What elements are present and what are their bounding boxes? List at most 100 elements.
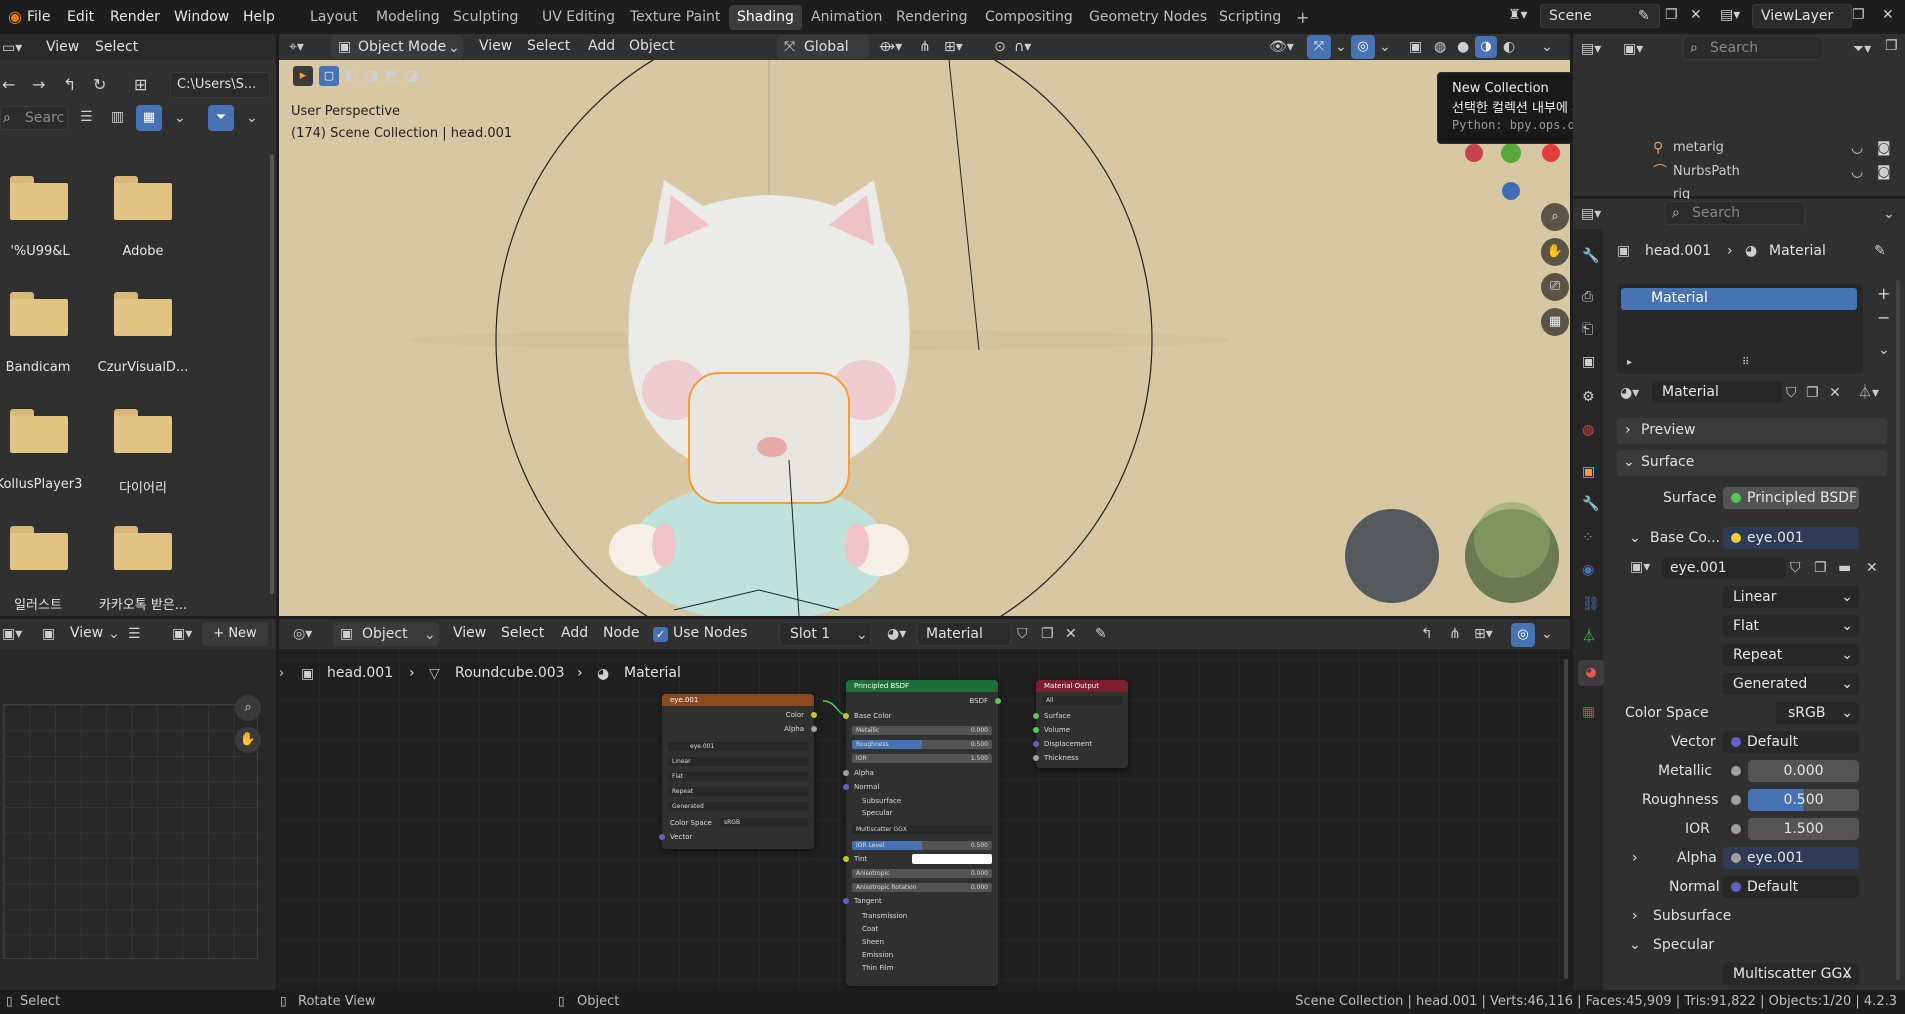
menu-edit[interactable]: Edit [67, 0, 94, 34]
node-image-field[interactable]: eye.001 [668, 742, 808, 751]
new-image-button[interactable]: + New [202, 622, 268, 646]
xray-icon[interactable]: ▣ [1409, 40, 1422, 54]
node-aniso-rot-slider[interactable]: Anisotropic Rotation 0.000 [852, 883, 992, 892]
editor-type-icon[interactable]: ▭▾ [2, 41, 22, 55]
folder-label[interactable]: Adobe [88, 244, 198, 259]
zoom-icon[interactable]: ⌕ [235, 695, 261, 721]
hand-icon[interactable]: ✋ [235, 727, 261, 753]
material-slot-selected[interactable]: Material [1621, 288, 1857, 310]
shading-menu-icon[interactable]: ⌄ [1541, 40, 1553, 54]
node-interp-select[interactable]: Linear [668, 757, 808, 766]
camera-render-icon[interactable]: ◙ [1877, 165, 1891, 179]
coat-label[interactable]: Coat [862, 925, 878, 933]
folder-label[interactable]: 일러스트 [0, 594, 93, 613]
node-ior-slider[interactable]: IOR 1.500 [852, 754, 992, 763]
display-settings-icon[interactable]: ⌄ [174, 111, 186, 125]
back-icon[interactable]: ← [2, 77, 15, 93]
principled-bsdf-node[interactable]: Principled BSDF BSDF Base Color Metallic… [843, 680, 1001, 986]
snap-icon[interactable]: ⋔ [919, 40, 931, 54]
constraints-tab-icon[interactable]: ⛓ [1582, 597, 1600, 611]
alpha-chevron[interactable]: › [1632, 850, 1638, 866]
folder-icon[interactable] [10, 176, 68, 220]
remove-slot-icon[interactable]: − [1877, 310, 1890, 326]
expand-icon[interactable]: ▸ [1627, 358, 1632, 368]
editor-type-icon[interactable]: ▤▾ [1581, 42, 1601, 56]
data-tab-icon[interactable]: ⏃ [1582, 630, 1596, 644]
fb-scrollbar[interactable] [270, 154, 274, 594]
input-tint-socket[interactable] [843, 856, 849, 862]
delete-scene-icon[interactable]: ✕ [1690, 8, 1702, 22]
options-chevron-icon[interactable]: ⌄ [1883, 207, 1895, 221]
fb-view-menu[interactable]: View [46, 39, 79, 55]
properties-search-input[interactable]: ⌕ Search [1665, 201, 1805, 225]
tool-tab-icon[interactable]: 🔧 [1582, 249, 1599, 263]
material-tab-icon[interactable]: ◕ [1578, 660, 1604, 686]
eye-icon[interactable]: ◡ [1851, 165, 1863, 179]
hand-icon[interactable]: ✋ [1541, 238, 1569, 266]
subsurface-label[interactable]: Subsurface [1653, 908, 1731, 924]
world-tab-icon[interactable]: ◍ [1582, 423, 1594, 437]
zoom-icon[interactable]: ⌕ [1541, 203, 1569, 231]
output-alpha-socket[interactable] [811, 726, 817, 732]
rendered-shading-icon[interactable]: ◐ [1503, 40, 1515, 54]
subsurface-chevron[interactable]: › [1632, 908, 1638, 924]
proportional-edit-icon[interactable]: ⊙ [994, 40, 1006, 54]
vector-field[interactable]: Default [1723, 731, 1859, 753]
folder-label[interactable]: '%U99&L [0, 244, 95, 259]
3d-viewport[interactable]: ▸ ▢ ◧ ◨ ◩ ◪ User Perspective (174) Scene… [279, 60, 1570, 616]
vp-view-menu[interactable]: View [479, 38, 512, 54]
blender-logo-icon[interactable]: ◉ [8, 9, 22, 25]
view-layer-selector[interactable]: ViewLayer [1752, 4, 1852, 28]
node-roughness-slider[interactable]: Roughness 0.500 [852, 740, 992, 749]
add-workspace-button[interactable]: + [1288, 5, 1317, 30]
camera-render-icon[interactable]: ◙ [1877, 141, 1891, 155]
node-target-select[interactable]: All [1042, 696, 1122, 705]
projection-select[interactable]: Flat ⌄ [1723, 615, 1859, 637]
folder-icon[interactable] [10, 409, 68, 453]
resize-handle-icon[interactable]: ⠿ [1742, 358, 1749, 368]
image-name-field[interactable]: eye.001 [1662, 557, 1786, 579]
new-folder-icon[interactable]: ⊞ [134, 77, 147, 93]
roughness-slider[interactable]: 0.500 [1748, 789, 1859, 811]
thin-film-label[interactable]: Thin Film [862, 964, 894, 972]
preview-panel-header[interactable]: › Preview [1617, 418, 1887, 444]
unlink-icon[interactable]: ✕ [1829, 386, 1841, 400]
menu-file[interactable]: File [27, 0, 50, 34]
filter-button[interactable]: ⏷ [208, 105, 234, 131]
node-ext-select[interactable]: Repeat [668, 787, 808, 796]
input-surface-socket[interactable] [1033, 713, 1039, 719]
outliner-search-input[interactable]: ⌕ Search [1683, 36, 1823, 60]
distribution-select[interactable]: Multiscatter GGX ⌄ [1723, 963, 1859, 985]
gizmo-menu-icon[interactable]: ⌄ [1335, 40, 1347, 54]
vp-select-menu[interactable]: Select [527, 38, 570, 54]
overlay-toggle[interactable]: ◎ [1351, 35, 1375, 59]
principled-bsdf-node-header[interactable]: Principled BSDF [846, 680, 998, 692]
image-browse-icon[interactable]: ▣▾ [1630, 560, 1650, 574]
folder-label[interactable]: 카카오톡 받은... [88, 594, 198, 613]
camera-icon[interactable]: ⎚ [1541, 273, 1569, 301]
tab-rendering[interactable]: Rendering [888, 5, 976, 30]
slot-menu-icon[interactable]: ⌄ [1878, 343, 1890, 357]
editor-type-icon[interactable]: ⌖▾ [289, 40, 304, 54]
menu-help[interactable]: Help [243, 0, 275, 34]
view-layer-tab-icon[interactable]: ▣ [1582, 355, 1595, 369]
alpha-field[interactable]: eye.001 [1723, 847, 1859, 869]
output-tab-icon[interactable]: ⎗ [1582, 322, 1593, 336]
tab-geometry-nodes[interactable]: Geometry Nodes [1081, 5, 1215, 30]
pin-icon[interactable]: ✎ [1638, 9, 1650, 23]
image-browse-icon[interactable]: ▣▾ [172, 627, 192, 641]
folder-icon[interactable] [10, 526, 68, 570]
new-scene-icon[interactable]: ❐ [1665, 8, 1678, 22]
specular-label[interactable]: Specular [1653, 937, 1714, 953]
input-vector-socket[interactable] [659, 834, 665, 840]
snap-target-icon[interactable]: ⊞▾ [944, 40, 963, 54]
thumbnail-view-button[interactable]: ▦ [136, 105, 162, 131]
image-texture-node-header[interactable]: eye.001 [662, 694, 814, 706]
ie-view-menu[interactable]: View [70, 625, 103, 641]
folder-label[interactable]: 다이어리 [88, 477, 198, 496]
material-name-field[interactable]: Material [1652, 381, 1782, 403]
image-mode-icon[interactable]: ▣ [42, 627, 55, 641]
material-preview-button[interactable]: ◑ [1475, 36, 1497, 58]
transmission-label[interactable]: Transmission [862, 912, 907, 920]
scene-tab-icon[interactable]: ⚙ [1582, 390, 1595, 404]
